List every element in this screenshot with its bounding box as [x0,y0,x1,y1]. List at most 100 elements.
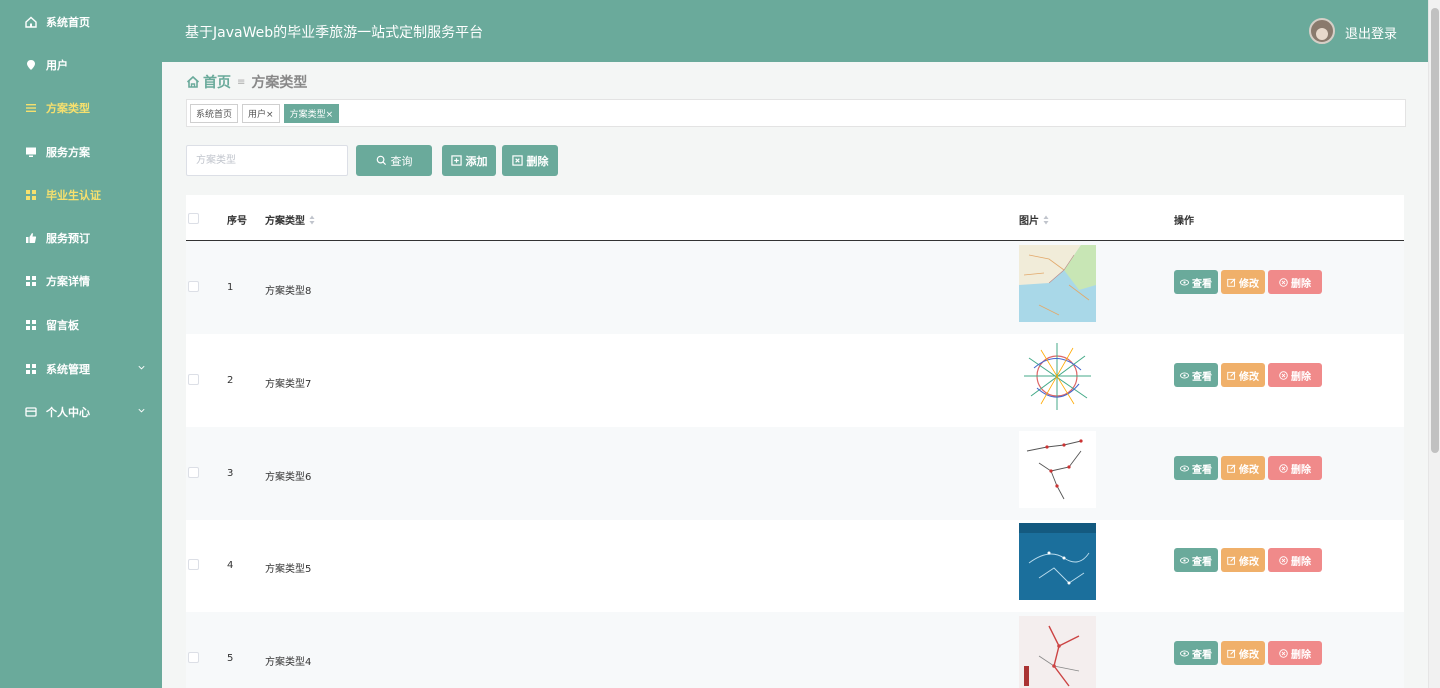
table-row: 4 方案类型5 查看 修改 删除 [186,519,1404,612]
thumb-up-icon [24,231,38,245]
plan-type-image[interactable] [1019,245,1096,322]
edit-button[interactable]: 修改 [1221,363,1265,387]
sidebar-item-label: 系统首页 [46,16,90,29]
tag-users[interactable]: 用户× [242,103,280,123]
eye-icon [1180,279,1189,285]
query-button[interactable]: 查询 [356,145,432,176]
plan-type-image[interactable] [1019,523,1096,600]
col-index: 序号 [227,216,247,227]
edit-icon [1227,464,1236,473]
eye-icon [1180,465,1189,471]
logout-button[interactable]: 退出登录 [1345,23,1397,42]
col-image[interactable]: 图片 [1019,212,1049,227]
row-checkbox[interactable] [188,467,199,478]
delete-label: 删除 [1291,371,1311,383]
view-label: 查看 [1192,464,1212,476]
table-row: 5 方案类型4 查看 修改 删除 [186,612,1404,688]
sort-icon[interactable] [1043,215,1049,225]
view-button[interactable]: 查看 [1174,363,1218,387]
batch-delete-button[interactable]: 删除 [502,145,558,176]
col-actions: 操作 [1174,216,1194,227]
delete-button[interactable]: 删除 [1268,270,1322,294]
edit-button[interactable]: 修改 [1221,270,1265,294]
grid-icon [24,274,38,288]
delete-label: 删除 [1291,649,1311,661]
plan-type-image[interactable] [1019,431,1096,508]
sidebar-item-label: 毕业生认证 [46,189,101,202]
edit-button[interactable]: 修改 [1221,548,1265,572]
chevron-down-icon [138,365,145,370]
edit-label: 修改 [1239,556,1259,568]
sidebar-item-system-admin[interactable]: 系统管理 [0,349,162,389]
delete-button[interactable]: 删除 [1268,641,1322,665]
delete-button[interactable]: 删除 [1268,548,1322,572]
row-type: 方案类型8 [265,286,312,297]
view-label: 查看 [1192,556,1212,568]
sidebar-item-label: 服务预订 [46,232,90,245]
app-title: 基于JavaWeb的毕业季旅游一站式定制服务平台 [185,25,484,41]
view-button[interactable]: 查看 [1174,548,1218,572]
sort-icon[interactable] [309,215,315,225]
sidebar-item-message-board[interactable]: 留言板 [0,305,162,345]
scrollbar-thumb[interactable] [1431,8,1439,453]
edit-button[interactable]: 修改 [1221,641,1265,665]
sidebar-item-label: 留言板 [46,319,79,332]
edit-label: 修改 [1239,649,1259,661]
sidebar-item-home[interactable]: 系统首页 [0,2,162,42]
search-input[interactable] [186,145,348,176]
row-type: 方案类型5 [265,564,312,575]
delete-label: 删除 [1291,464,1311,476]
sidebar-item-label: 个人中心 [46,406,90,419]
tags-bar: 系统首页 用户× 方案类型× [186,99,1406,127]
sidebar-item-label: 方案类型 [46,102,90,115]
row-checkbox[interactable] [188,652,199,663]
view-button[interactable]: 查看 [1174,270,1218,294]
avatar[interactable] [1309,18,1335,44]
list-icon [24,101,38,115]
row-checkbox[interactable] [188,281,199,292]
col-type[interactable]: 方案类型 [265,212,315,227]
sidebar-item-service-plan[interactable]: 服务方案 [0,132,162,172]
edit-icon [1227,649,1236,658]
edit-icon [1227,556,1236,565]
chevron-down-icon [138,408,145,413]
row-checkbox[interactable] [188,374,199,385]
add-button[interactable]: 添加 [442,145,496,176]
edit-label: 修改 [1239,278,1259,290]
view-button[interactable]: 查看 [1174,456,1218,480]
plan-type-image[interactable] [1019,616,1096,688]
edit-button[interactable]: 修改 [1221,456,1265,480]
search-icon [376,155,386,166]
row-index: 1 [227,282,234,293]
sidebar-item-plan-detail[interactable]: 方案详情 [0,261,162,301]
delete-button[interactable]: 删除 [1268,456,1322,480]
view-button[interactable]: 查看 [1174,641,1218,665]
table-row: 2 方案类型7 查看 修改 删除 [186,334,1404,427]
close-circle-icon [1279,370,1288,380]
sidebar-item-booking[interactable]: 服务预订 [0,218,162,258]
sidebar-item-personal-center[interactable]: 个人中心 [0,392,162,432]
tag-home[interactable]: 系统首页 [190,103,239,123]
edit-label: 修改 [1239,464,1259,476]
delete-label: 删除 [1291,278,1311,290]
table-row: 3 方案类型6 查看 修改 删除 [186,427,1404,520]
row-checkbox[interactable] [188,559,199,570]
close-square-icon [511,155,523,166]
row-type: 方案类型7 [265,379,312,390]
batch-delete-label: 删除 [526,154,549,168]
close-circle-icon [1279,463,1288,473]
close-circle-icon [1279,277,1288,287]
page-scrollbar[interactable] [1428,0,1440,688]
plan-type-image[interactable] [1019,338,1096,415]
delete-button[interactable]: 删除 [1268,363,1322,387]
monitor-icon [24,145,38,159]
tag-plan-type[interactable]: 方案类型× [283,103,340,123]
grid-icon [24,318,38,332]
sidebar-item-graduate-auth[interactable]: 毕业生认证 [0,175,162,215]
sidebar-item-plan-type[interactable]: 方案类型 [0,88,162,128]
select-all-checkbox[interactable] [188,213,199,224]
row-index: 4 [227,560,234,571]
sidebar-item-users[interactable]: 用户 [0,45,162,85]
breadcrumb-home[interactable]: 首页 [203,72,231,92]
eye-icon [1180,650,1189,656]
